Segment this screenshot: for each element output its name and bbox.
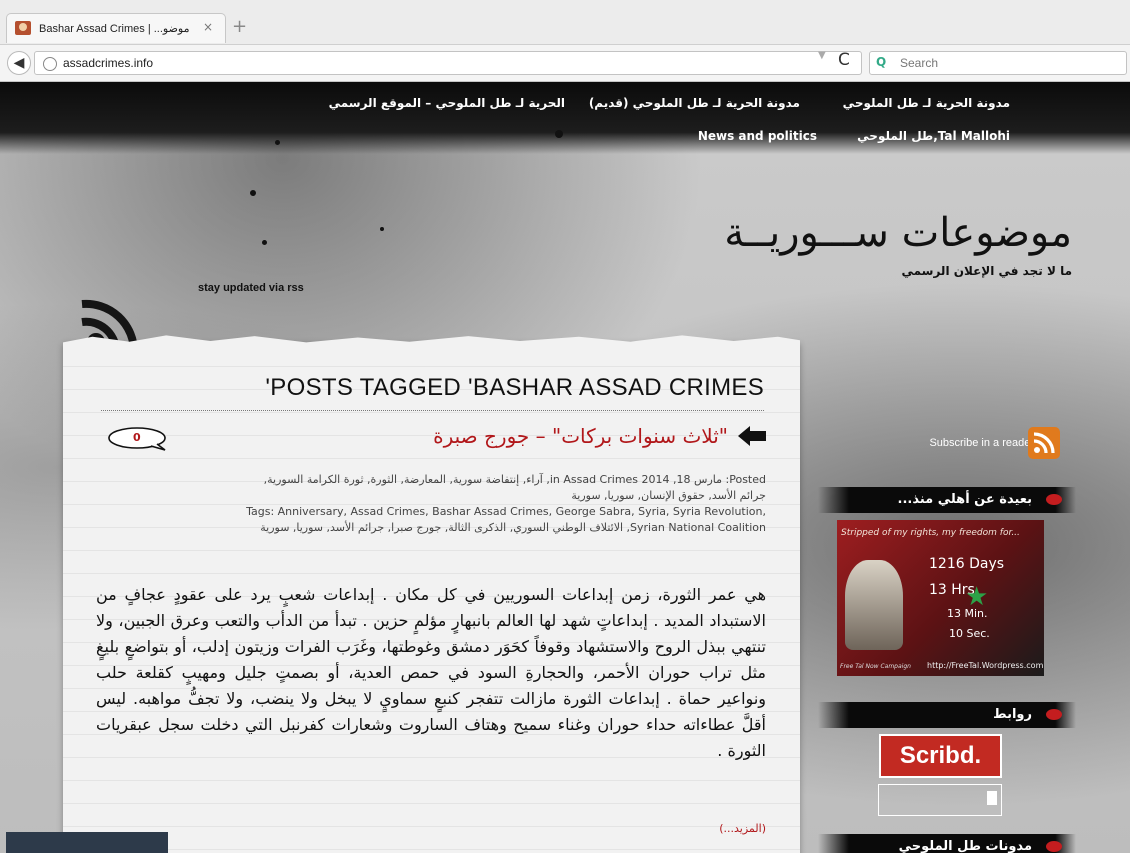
counter-campaign: Free Tal Now Campaign xyxy=(840,663,911,670)
free-tal-counter-banner[interactable]: Stripped of my rights, my freedom for...… xyxy=(837,520,1044,676)
site-title[interactable]: موضوعات ســـوريــة xyxy=(724,210,1072,256)
url-bar[interactable]: assadcrimes.info xyxy=(34,51,862,75)
post-tags[interactable]: Tags: Anniversary, Assad Crimes, Bashar … xyxy=(236,504,766,536)
url-dropdown-icon[interactable]: ▼ xyxy=(818,50,826,61)
widget-title-links: روابط xyxy=(993,707,1032,722)
widget-header-blogs: مدونات طل الملوحي xyxy=(818,834,1076,853)
counter-caption: Stripped of my rights, my freedom for... xyxy=(841,528,1020,538)
read-more-link[interactable]: (المزيد...) xyxy=(719,822,766,835)
back-button[interactable]: ◀ xyxy=(7,51,31,75)
comment-count[interactable]: 0 xyxy=(133,431,141,444)
splatter-dot xyxy=(380,227,384,231)
widget-header-away: بعيدة عن أهلي منذ... xyxy=(818,487,1076,513)
tab-close-icon[interactable]: × xyxy=(203,20,213,34)
splatter-dot xyxy=(262,240,267,245)
nav-link-tal-mallohi[interactable]: طل الملوحي,Tal Mallohi xyxy=(857,129,1010,143)
search-input[interactable]: Q Search xyxy=(869,51,1127,75)
scribd-logo[interactable]: Scribd. xyxy=(879,734,1002,778)
site-tagline: ما لا تجد في الإعلان الرسمي xyxy=(901,264,1072,278)
document-icon xyxy=(987,791,997,805)
widget-title-away: بعيدة عن أهلي منذ... xyxy=(897,492,1032,507)
counter-minutes: 13 Min. xyxy=(947,607,988,620)
rss-label[interactable]: stay updated via rss xyxy=(198,282,304,294)
post-excerpt: هي عمر الثورة، زمن إبداعات السوريين في ك… xyxy=(96,585,766,760)
rss-icon[interactable] xyxy=(1028,427,1060,459)
red-bullet-icon xyxy=(1046,841,1062,852)
counter-days: 1216 Days xyxy=(929,556,1005,572)
nav-link-freedom-blog[interactable]: مدونة الحرية لـ طل الملوحي xyxy=(843,96,1010,110)
splatter-dot xyxy=(250,190,256,196)
counter-url: http://FreeTal.Wordpress.com xyxy=(927,661,1044,670)
post-title-row: "ثلاث سنوات بركات" – جورج صبرة xyxy=(433,424,768,448)
floating-bottom-tab[interactable] xyxy=(6,832,168,853)
subscribe-link[interactable]: Subscribe in a reader xyxy=(929,437,1034,449)
browser-tab[interactable]: Bashar Assad Crimes | ...موضو × xyxy=(6,13,226,43)
favicon-icon xyxy=(15,21,31,35)
archive-heading: 'POSTS TAGGED 'BASHAR ASSAD CRIMES xyxy=(265,374,764,401)
divider xyxy=(101,410,764,411)
widget-title-blogs: مدونات طل الملوحي xyxy=(898,839,1032,853)
search-placeholder: Search xyxy=(900,56,939,70)
splatter-dot xyxy=(555,130,563,138)
splatter-dot xyxy=(275,140,280,145)
back-arrow-icon: ◀ xyxy=(13,55,25,71)
widget-header-links: روابط xyxy=(818,702,1076,728)
nav-link-official-site[interactable]: الحرية لـ طل الملوحي – الموقع الرسمي xyxy=(329,96,565,110)
rss-waves-icon xyxy=(1033,432,1055,454)
portrait-image xyxy=(845,560,903,650)
new-tab-button[interactable]: + xyxy=(232,16,247,37)
arrow-left-icon xyxy=(738,426,766,446)
post-title[interactable]: "ثلاث سنوات بركات" – جورج صبرة xyxy=(433,424,728,448)
tab-title: Bashar Assad Crimes | ...موضو xyxy=(39,23,190,35)
content-area: 'POSTS TAGGED 'BASHAR ASSAD CRIMES "ثلاث… xyxy=(63,344,800,853)
red-bullet-icon xyxy=(1046,494,1062,505)
globe-icon xyxy=(43,57,57,71)
post-categories[interactable]: Posted: مارس 18, 2014 in Assad Crimes, آ… xyxy=(236,472,766,504)
red-bullet-icon xyxy=(1046,709,1062,720)
top-nav-strip xyxy=(0,82,1130,154)
reload-icon[interactable]: C xyxy=(838,50,850,70)
nav-link-freedom-blog-old[interactable]: مدونة الحرية لـ طل الملوحي (قديم) xyxy=(589,96,800,110)
search-icon: Q xyxy=(876,55,887,69)
counter-seconds: 10 Sec. xyxy=(949,627,990,640)
nav-link-news-politics[interactable]: News and politics xyxy=(698,129,817,143)
web-page: مدونة الحرية لـ طل الملوحي مدونة الحرية … xyxy=(0,82,1130,853)
browser-tab-bar: Bashar Assad Crimes | ...موضو × + xyxy=(0,0,1130,45)
scribd-widget[interactable] xyxy=(878,784,1002,816)
url-text: assadcrimes.info xyxy=(63,56,154,70)
post-meta: Posted: مارس 18, 2014 in Assad Crimes, آ… xyxy=(236,472,766,536)
